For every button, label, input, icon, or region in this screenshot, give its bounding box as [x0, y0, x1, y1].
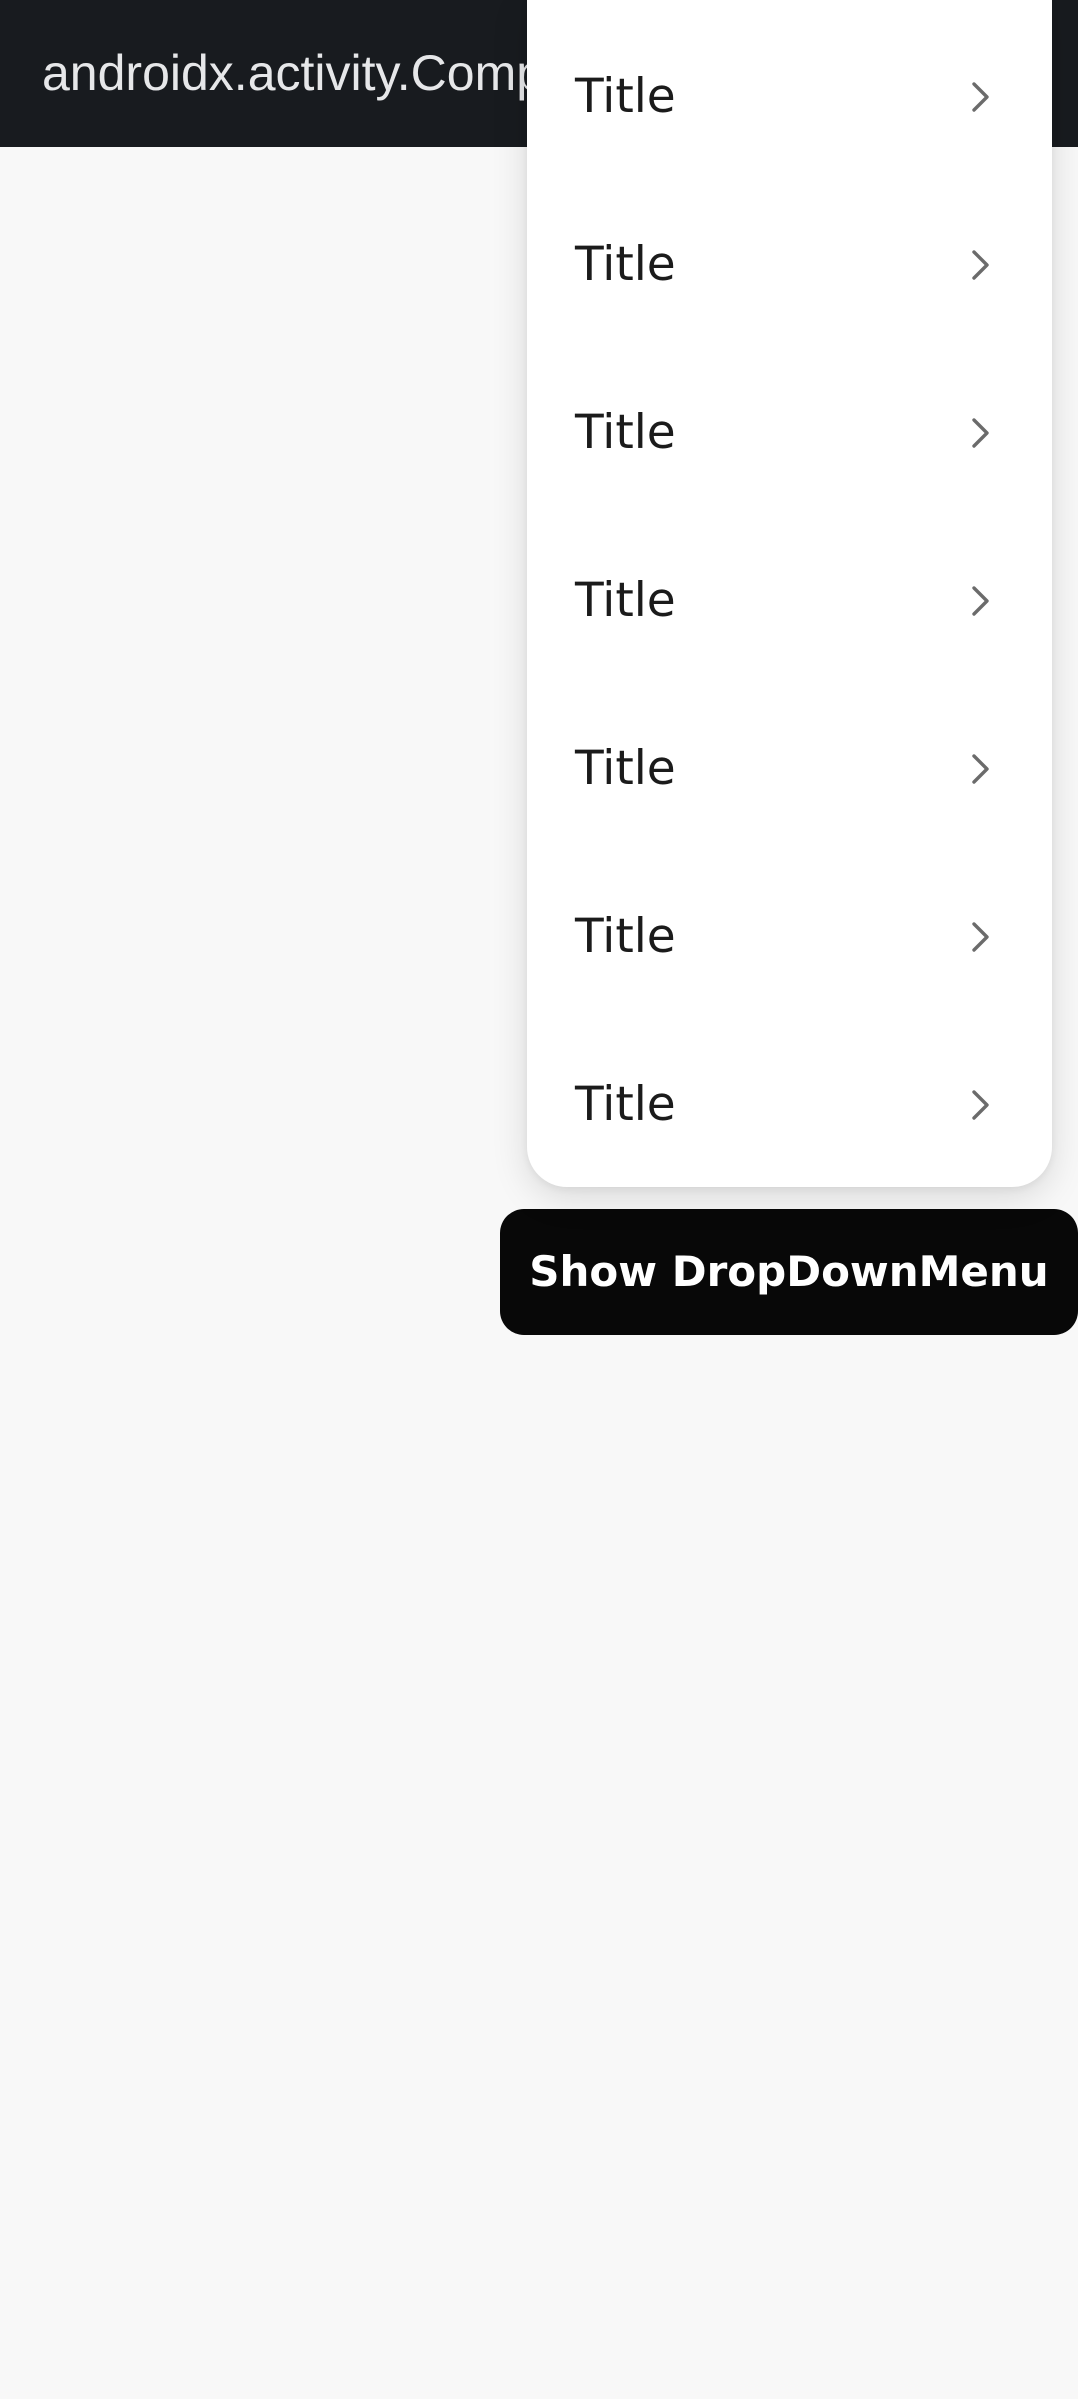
menu-item[interactable]: Title — [527, 181, 1052, 349]
menu-item-label: Title — [575, 741, 676, 796]
menu-item[interactable]: Title — [527, 685, 1052, 853]
chevron-right-icon — [972, 922, 989, 952]
menu-item[interactable]: Title — [527, 13, 1052, 181]
menu-item-label: Title — [575, 909, 676, 964]
menu-item[interactable]: Title — [527, 1021, 1052, 1189]
menu-item-label: Title — [575, 237, 676, 292]
menu-item-label: Title — [575, 1077, 676, 1132]
menu-item[interactable]: Title — [527, 349, 1052, 517]
chevron-right-icon — [972, 250, 989, 280]
chevron-right-icon — [972, 82, 989, 112]
menu-item-label: Title — [575, 405, 676, 460]
menu-item[interactable]: Title — [527, 853, 1052, 1021]
menu-item-label: Title — [575, 573, 676, 628]
menu-item-label: Title — [575, 69, 676, 124]
chevron-right-icon — [972, 754, 989, 784]
dropdown-menu: Title Title Title Title Title Title Titl… — [527, 0, 1052, 1187]
chevron-right-icon — [972, 586, 989, 616]
show-dropdown-menu-button[interactable]: Show DropDownMenu — [500, 1209, 1078, 1335]
chevron-right-icon — [972, 418, 989, 448]
menu-item[interactable]: Title — [527, 517, 1052, 685]
chevron-right-icon — [972, 1090, 989, 1120]
